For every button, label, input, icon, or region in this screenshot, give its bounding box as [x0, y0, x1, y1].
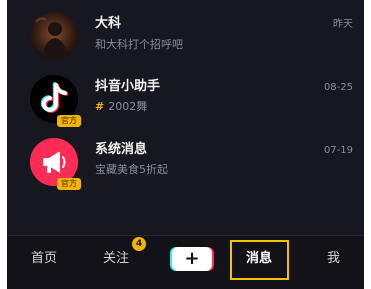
- message-item-daike[interactable]: 大科 和大科打个招呼吧 昨天: [7, 8, 364, 66]
- tab-me[interactable]: 我: [327, 250, 340, 268]
- message-preview-text: 2002舞: [108, 100, 148, 113]
- tab-messages[interactable]: 消息: [246, 250, 272, 268]
- hashtag-icon: #: [95, 100, 105, 113]
- message-preview: 宝藏美食5折起: [95, 163, 168, 176]
- create-video-button[interactable]: +: [170, 247, 214, 271]
- message-preview: #2002舞: [95, 100, 147, 114]
- message-preview: 和大科打个招呼吧: [95, 38, 183, 51]
- following-count-badge: 4: [132, 237, 146, 251]
- messages-screen: 大科 和大科打个招呼吧 昨天 官方 抖音小助手 # 2002舞 08-25 官方…: [7, 0, 364, 289]
- message-sender-name: 大科: [95, 16, 122, 31]
- message-item-system[interactable]: 官方 系统消息 宝藏美食5折起 07-19: [7, 134, 364, 192]
- message-sender-name: 抖音小助手: [95, 79, 161, 94]
- message-time: 07-19: [323, 145, 353, 156]
- bottom-tab-bar: 首页 关注 4 + 消息 我: [7, 236, 364, 289]
- tab-home[interactable]: 首页: [31, 250, 57, 268]
- person-photo-avatar: [30, 12, 78, 60]
- message-sender-name: 系统消息: [95, 142, 148, 157]
- message-time: 08-25: [323, 82, 353, 93]
- message-item-assistant[interactable]: 官方 抖音小助手 #2002舞 08-25: [7, 71, 364, 129]
- official-tag: 官方: [57, 178, 81, 190]
- plus-icon: +: [184, 248, 200, 269]
- tab-following[interactable]: 关注: [103, 250, 129, 268]
- official-tag: 官方: [57, 115, 81, 127]
- message-time: 昨天: [333, 19, 353, 30]
